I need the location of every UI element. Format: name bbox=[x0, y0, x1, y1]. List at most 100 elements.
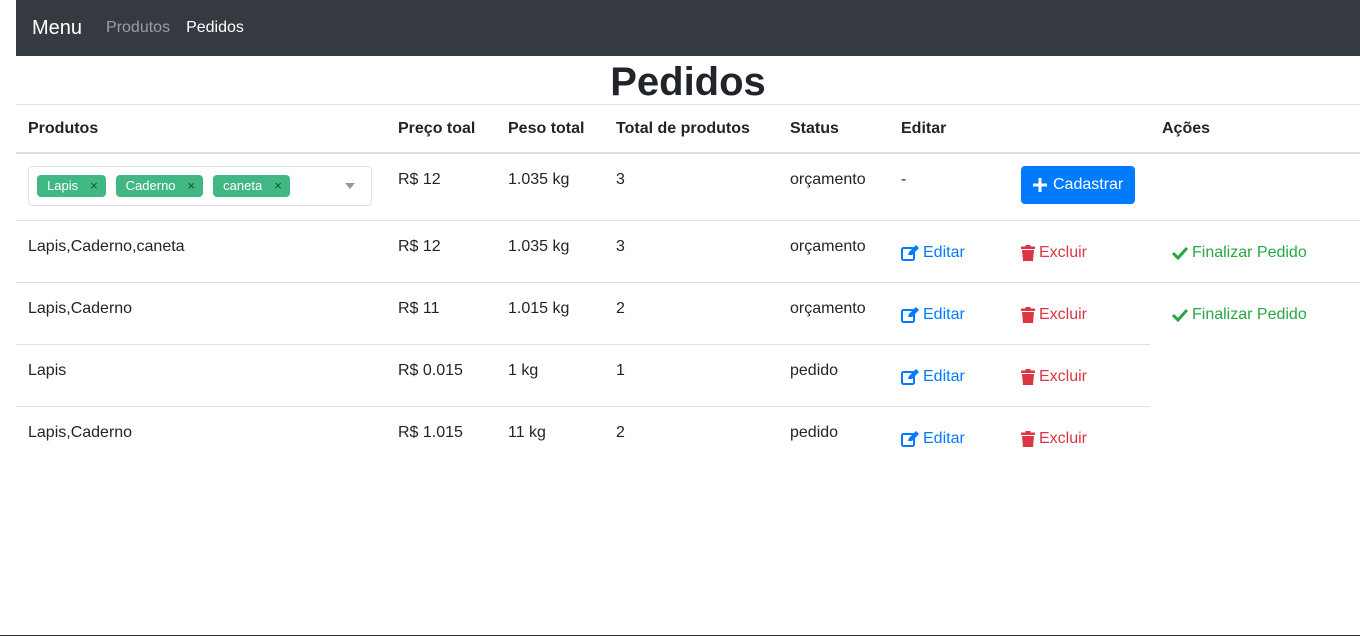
edit-icon bbox=[901, 306, 919, 323]
header-blank bbox=[1009, 104, 1150, 154]
form-status: orçamento bbox=[790, 171, 866, 188]
cell-edit: Editar bbox=[889, 405, 1009, 468]
finalize-label: Finalizar Pedido bbox=[1192, 243, 1307, 261]
tag-label: Caderno bbox=[125, 178, 176, 193]
cell-actions-empty bbox=[1150, 406, 1360, 468]
cadastrar-label: Cadastrar bbox=[1053, 176, 1124, 193]
cell-price: R$ 12 bbox=[386, 219, 496, 282]
cell-weight: 11 kg bbox=[496, 405, 604, 468]
delete-label: Excluir bbox=[1039, 367, 1088, 385]
trash-icon bbox=[1021, 368, 1035, 385]
cell-edit: Editar bbox=[889, 281, 1009, 344]
delete-button[interactable]: Excluir bbox=[1021, 430, 1087, 448]
cell-products: Lapis bbox=[16, 343, 386, 406]
cell-delete: Excluir bbox=[1009, 405, 1150, 468]
edit-icon bbox=[901, 430, 919, 447]
tag-remove-icon[interactable]: × bbox=[90, 175, 98, 197]
nav-link-produtos[interactable]: Produtos bbox=[106, 19, 170, 37]
cell-delete: Excluir bbox=[1009, 281, 1150, 344]
table-row: Lapis,Caderno R$ 1.015 11 kg 2 pedido Ed… bbox=[16, 405, 1360, 468]
form-count: 3 bbox=[616, 171, 625, 188]
trash-icon bbox=[1021, 244, 1035, 261]
check-icon bbox=[1172, 246, 1188, 260]
finalize-order-button[interactable]: Finalizar Pedido bbox=[1172, 244, 1307, 262]
header-acoes: Ações bbox=[1150, 104, 1360, 154]
delete-label: Excluir bbox=[1039, 429, 1088, 447]
trash-icon bbox=[1021, 430, 1035, 447]
nav-link-pedidos[interactable]: Pedidos bbox=[186, 19, 244, 37]
edit-button[interactable]: Editar bbox=[901, 244, 965, 262]
page: Menu Produtos Pedidos Pedidos Produtos P… bbox=[16, 0, 1360, 636]
form-weight: 1.035 kg bbox=[508, 171, 570, 188]
new-order-row: Lapis × Caderno × caneta × R$ 12 1.035 k… bbox=[16, 153, 1360, 220]
cell-status: orçamento bbox=[778, 281, 889, 344]
check-icon bbox=[1172, 308, 1188, 322]
form-actions-empty bbox=[1150, 153, 1360, 220]
edit-label: Editar bbox=[923, 429, 965, 447]
form-price: R$ 12 bbox=[398, 171, 441, 188]
cell-status: pedido bbox=[778, 343, 889, 406]
cell-status: pedido bbox=[778, 405, 889, 468]
edit-icon bbox=[901, 368, 919, 385]
finalize-label: Finalizar Pedido bbox=[1192, 305, 1307, 323]
cell-weight: 1.015 kg bbox=[496, 281, 604, 344]
orders-table: Produtos Preço toal Peso total Total de … bbox=[16, 104, 1360, 468]
tag-remove-icon[interactable]: × bbox=[274, 175, 282, 197]
edit-button[interactable]: Editar bbox=[901, 368, 965, 386]
product-multiselect[interactable]: Lapis × Caderno × caneta × bbox=[28, 166, 372, 206]
edit-button[interactable]: Editar bbox=[901, 430, 965, 448]
tag-label: caneta bbox=[223, 178, 263, 193]
cell-weight: 1 kg bbox=[496, 343, 604, 406]
table-row: Lapis,Caderno R$ 11 1.015 kg 2 orçamento… bbox=[16, 281, 1360, 344]
delete-button[interactable]: Excluir bbox=[1021, 306, 1087, 324]
product-select-cell: Lapis × Caderno × caneta × bbox=[16, 153, 386, 220]
trash-icon bbox=[1021, 306, 1035, 323]
edit-button[interactable]: Editar bbox=[901, 306, 965, 324]
cell-delete: Excluir bbox=[1009, 219, 1150, 282]
edit-label: Editar bbox=[923, 243, 965, 261]
form-submit-cell: Cadastrar bbox=[1009, 153, 1150, 220]
header-peso: Peso total bbox=[496, 104, 604, 154]
cadastrar-button[interactable]: Cadastrar bbox=[1021, 166, 1136, 204]
cell-actions-empty bbox=[1150, 344, 1360, 406]
cell-products: Lapis,Caderno,caneta bbox=[16, 219, 386, 282]
delete-button[interactable]: Excluir bbox=[1021, 244, 1087, 262]
cell-count: 2 bbox=[604, 281, 778, 344]
plus-icon bbox=[1033, 178, 1047, 192]
cell-price: R$ 1.015 bbox=[386, 405, 496, 468]
cell-count: 3 bbox=[604, 219, 778, 282]
edit-label: Editar bbox=[923, 367, 965, 385]
header-total-produtos: Total de produtos bbox=[604, 104, 778, 154]
navbar-brand[interactable]: Menu bbox=[32, 17, 82, 40]
cell-count: 1 bbox=[604, 343, 778, 406]
dropdown-caret-icon[interactable] bbox=[345, 183, 355, 189]
selected-tag: Lapis × bbox=[37, 175, 106, 197]
delete-button[interactable]: Excluir bbox=[1021, 368, 1087, 386]
cell-edit: Editar bbox=[889, 219, 1009, 282]
selected-tag: Caderno × bbox=[115, 175, 204, 197]
tag-remove-icon[interactable]: × bbox=[188, 175, 196, 197]
form-edit-placeholder: - bbox=[901, 171, 907, 188]
header-editar: Editar bbox=[889, 104, 1009, 154]
table-row: Lapis R$ 0.015 1 kg 1 pedido Editar Excl… bbox=[16, 343, 1360, 406]
navbar: Menu Produtos Pedidos bbox=[16, 0, 1360, 56]
cell-products: Lapis,Caderno bbox=[16, 405, 386, 468]
cell-count: 2 bbox=[604, 405, 778, 468]
cell-edit: Editar bbox=[889, 343, 1009, 406]
header-produtos: Produtos bbox=[16, 104, 386, 154]
tag-label: Lapis bbox=[47, 178, 79, 193]
cell-price: R$ 0.015 bbox=[386, 343, 496, 406]
cell-status: orçamento bbox=[778, 219, 889, 282]
cell-weight: 1.035 kg bbox=[496, 219, 604, 282]
page-title: Pedidos bbox=[610, 60, 766, 104]
finalize-order-button[interactable]: Finalizar Pedido bbox=[1172, 306, 1307, 324]
cell-actions: Finalizar Pedido bbox=[1150, 219, 1360, 282]
selected-tag: caneta × bbox=[213, 175, 290, 197]
delete-label: Excluir bbox=[1039, 243, 1088, 261]
delete-label: Excluir bbox=[1039, 305, 1088, 323]
edit-label: Editar bbox=[923, 305, 965, 323]
edit-icon bbox=[901, 244, 919, 261]
cell-actions: Finalizar Pedido bbox=[1150, 281, 1360, 344]
cell-delete: Excluir bbox=[1009, 343, 1150, 406]
table-header-row: Produtos Preço toal Peso total Total de … bbox=[16, 104, 1360, 154]
